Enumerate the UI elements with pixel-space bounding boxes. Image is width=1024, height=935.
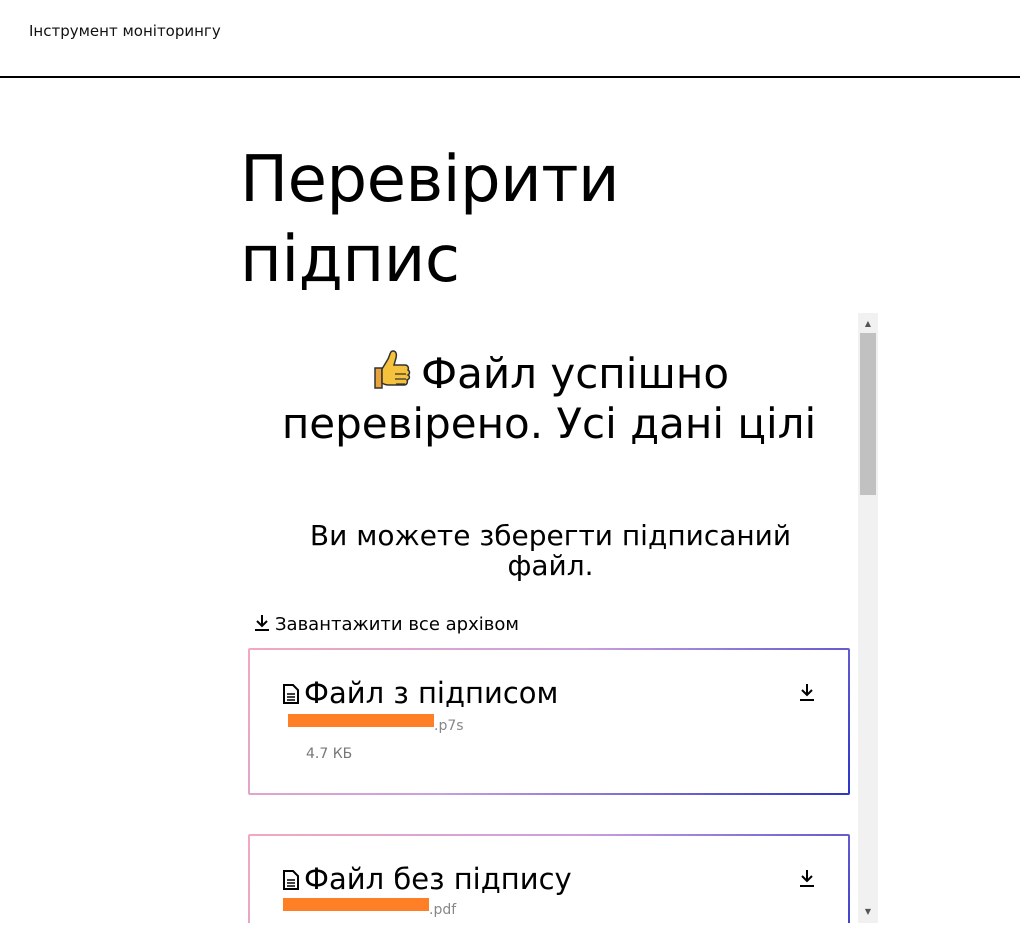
file-name: .p7s xyxy=(288,712,464,734)
file-name: .pdf xyxy=(283,896,456,918)
document-icon xyxy=(282,678,300,704)
file-extension: .p7s xyxy=(434,718,464,734)
redacted-file-name xyxy=(283,898,429,911)
download-all-label: Завантажити все архівом xyxy=(275,614,519,635)
redacted-file-name xyxy=(288,714,434,727)
scroll-down-arrow[interactable]: ▼ xyxy=(858,903,878,921)
success-title-text: Файл успішно перевірено. Усі дані цілі xyxy=(281,349,817,448)
panel-scrollbar[interactable]: ▲ ▼ xyxy=(858,313,878,923)
app-title: Інструмент моніторингу xyxy=(29,22,221,40)
download-all-link[interactable]: Завантажити все архівом xyxy=(253,613,519,635)
download-unsigned-file-button[interactable] xyxy=(798,868,816,890)
top-bar: Інструмент моніторингу xyxy=(0,0,1020,78)
subtitle: Ви можете зберегти підписаний файл. xyxy=(309,519,792,582)
document-icon xyxy=(282,864,300,890)
result-panel: Файл успішно перевірено. Усі дані цілі В… xyxy=(248,313,878,923)
success-title: Файл успішно перевірено. Усі дані цілі xyxy=(248,348,850,447)
download-icon xyxy=(253,613,271,633)
file-card-title: Файл без підпису xyxy=(282,862,572,896)
file-card-title: Файл з підписом xyxy=(282,676,558,710)
file-extension: .pdf xyxy=(429,902,457,918)
file-card-title-text: Файл з підписом xyxy=(304,676,559,710)
unsigned-file-card: Файл без підпису .pdf xyxy=(248,834,850,923)
download-icon xyxy=(798,684,816,708)
scroll-thumb[interactable] xyxy=(860,333,876,495)
page-title: Перевірити підпис xyxy=(240,143,620,297)
signed-file-card: Файл з підписом .p7s 4.7 КБ xyxy=(248,648,850,795)
download-signed-file-button[interactable] xyxy=(798,682,816,704)
thumbs-up-icon xyxy=(369,348,413,401)
download-icon xyxy=(798,870,816,894)
file-card-title-text: Файл без підпису xyxy=(304,862,572,896)
scroll-up-arrow[interactable]: ▲ xyxy=(858,315,878,333)
file-size: 4.7 КБ xyxy=(306,746,353,762)
